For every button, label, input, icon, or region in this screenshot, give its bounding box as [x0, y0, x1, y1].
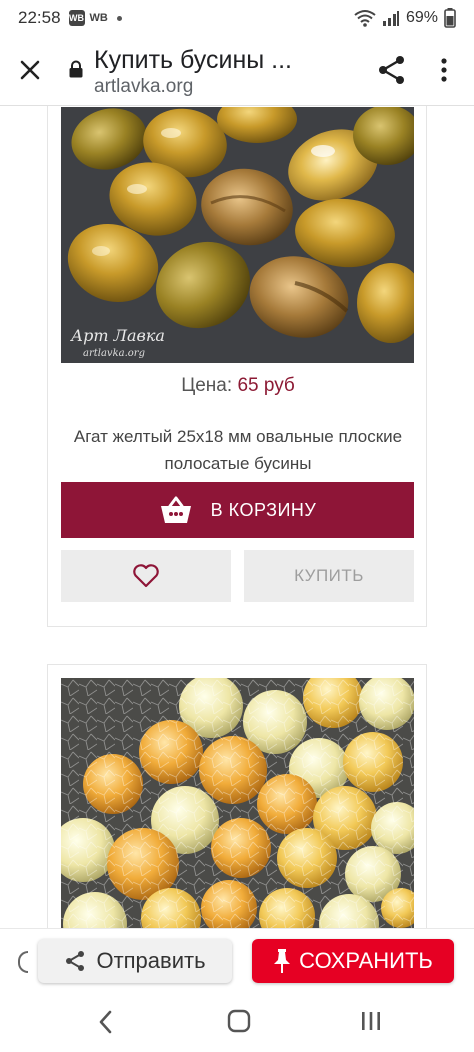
close-button[interactable]: [14, 54, 46, 86]
product-image[interactable]: Арт Лавка artlavka.org: [61, 107, 414, 363]
basket-icon: [160, 496, 191, 523]
notification-icons: WB WB: [68, 10, 122, 26]
product-image[interactable]: [61, 678, 414, 928]
product-card: Арт Лавка artlavka.org Цена: 65 руб Агат…: [47, 106, 427, 627]
favorite-button[interactable]: [61, 550, 231, 602]
page-domain[interactable]: artlavka.org: [94, 76, 193, 98]
signal-icon: [382, 11, 399, 26]
close-icon: [20, 60, 40, 80]
product-card: [47, 664, 427, 928]
product-description[interactable]: Агат желтый 25х18 мм овальные плоские по…: [68, 423, 408, 477]
add-to-cart-label: В КОРЗИНУ: [210, 499, 317, 520]
recent-apps-icon[interactable]: [358, 1008, 384, 1034]
notification-dot-icon: [116, 15, 122, 21]
page-title: Купить бусины ...: [94, 46, 292, 74]
add-to-cart-button[interactable]: В КОРЗИНУ: [61, 482, 414, 538]
wb-app-icon: WB: [68, 10, 85, 26]
share-icon: [66, 951, 85, 971]
lock-icon: [69, 60, 83, 78]
send-button[interactable]: Отправить: [38, 939, 232, 983]
share-icon[interactable]: [376, 54, 408, 86]
buy-button[interactable]: КУПИТЬ: [244, 550, 414, 602]
agate-beads-photo: [61, 107, 414, 363]
status-bar: 22:58 WB WB 69%: [0, 0, 474, 36]
price-value: 65 руб: [237, 375, 295, 396]
partial-icon: [18, 951, 28, 973]
status-right: 69%: [354, 8, 456, 28]
price-label: Цена:: [181, 375, 238, 396]
home-icon[interactable]: [226, 1008, 252, 1034]
price-row: Цена: 65 руб: [48, 375, 428, 397]
heart-icon: [133, 564, 159, 588]
pin-action-bar: Отправить СОХРАНИТЬ: [0, 928, 474, 992]
watermark-domain: artlavka.org: [83, 348, 145, 359]
browser-toolbar: Купить бусины ... artlavka.org: [0, 36, 474, 106]
battery-percent: 69%: [405, 9, 438, 26]
more-vert-icon[interactable]: [432, 54, 456, 86]
buy-label: КУПИТЬ: [294, 566, 364, 585]
wifi-icon: [354, 10, 376, 27]
save-label: СОХРАНИТЬ: [299, 948, 433, 973]
send-label: Отправить: [96, 948, 206, 973]
crackle-agate-beads-photo: [61, 678, 414, 928]
watermark-logo: Арт Лавка: [71, 326, 165, 345]
status-time: 22:58: [18, 8, 61, 27]
pin-icon: [274, 949, 291, 973]
notif-2-label: WB: [89, 12, 108, 24]
battery-icon: [444, 8, 456, 28]
system-nav-bar: [0, 992, 474, 1052]
notif-1-label: WB: [69, 13, 85, 23]
back-icon[interactable]: [94, 1008, 118, 1036]
save-button[interactable]: СОХРАНИТЬ: [252, 939, 454, 983]
page-content[interactable]: Арт Лавка artlavka.org Цена: 65 руб Агат…: [0, 106, 474, 928]
